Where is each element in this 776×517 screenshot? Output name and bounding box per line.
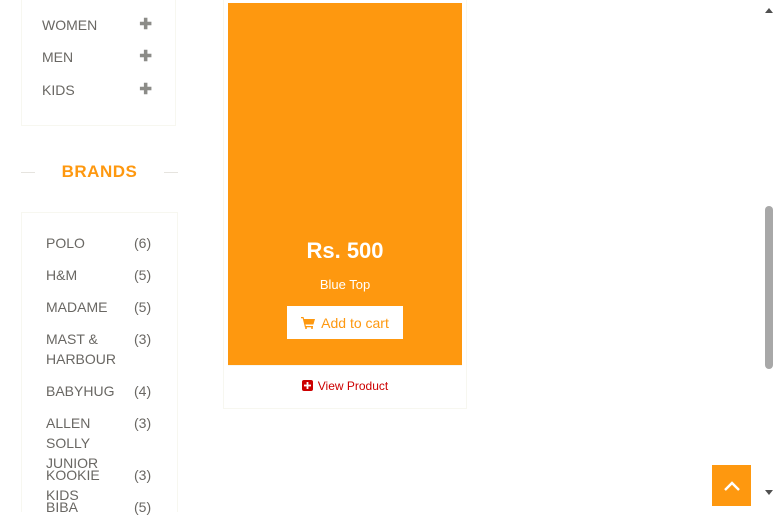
shopping-cart-icon: [301, 316, 316, 329]
brand-item-madame[interactable]: MADAME (5): [46, 297, 156, 317]
brands-panel: POLO (6) H&M (5) MADAME (5) MAST & HARBO…: [21, 212, 178, 515]
brand-name[interactable]: BABYHUG: [46, 381, 134, 401]
brand-name[interactable]: H&M: [46, 265, 134, 285]
brand-count: (3): [134, 467, 152, 483]
category-label[interactable]: WOMEN: [42, 17, 97, 33]
brand-count: (3): [134, 415, 152, 431]
scrollbar-thumb[interactable]: [765, 206, 773, 369]
category-label[interactable]: KIDS: [42, 82, 75, 98]
brand-name[interactable]: MAST & HARBOUR: [46, 329, 116, 369]
brand-count: (5): [134, 499, 152, 515]
brand-count: (5): [134, 299, 152, 315]
view-product-label[interactable]: View Product: [318, 379, 388, 393]
brand-name[interactable]: POLO: [46, 233, 134, 253]
product-name: Blue Top: [319, 277, 371, 292]
plus-icon[interactable]: ✚: [139, 47, 152, 67]
brand-count: (4): [134, 383, 152, 399]
brand-item-babyhug[interactable]: BABYHUG (4): [46, 381, 156, 401]
category-panel: WOMEN ✚ MEN ✚ KIDS ✚: [21, 0, 176, 126]
product-price: Rs. 500: [306, 238, 384, 263]
brands-heading: BRANDS: [21, 160, 178, 184]
brand-item-hm[interactable]: H&M (5): [46, 265, 156, 285]
chevron-up-icon: [723, 480, 740, 491]
brand-name[interactable]: BIBA: [46, 497, 134, 517]
view-product-link[interactable]: View Product: [228, 365, 462, 405]
brand-count: (5): [134, 267, 152, 283]
brand-item-biba[interactable]: BIBA (5): [46, 497, 156, 517]
brand-count: (6): [134, 235, 152, 251]
plus-icon[interactable]: ✚: [139, 15, 152, 35]
category-women[interactable]: WOMEN ✚: [42, 15, 152, 35]
brand-count: (3): [134, 331, 152, 347]
heading-divider: [21, 172, 35, 173]
scroll-down-arrow-icon[interactable]: [765, 490, 773, 495]
category-label[interactable]: MEN: [42, 49, 73, 65]
add-to-cart-label[interactable]: Add to cart: [321, 315, 389, 331]
brand-item-allen-solly-junior[interactable]: ALLEN SOLLY JUNIOR (3): [46, 413, 156, 473]
brands-title: BRANDS: [61, 162, 138, 181]
brand-name[interactable]: ALLEN SOLLY JUNIOR: [46, 413, 134, 473]
brand-item-mast-harbour[interactable]: MAST & HARBOUR (3): [46, 329, 156, 369]
scroll-up-arrow-icon[interactable]: [765, 8, 773, 13]
heading-divider: [164, 172, 178, 173]
plus-square-icon: [301, 380, 313, 391]
category-kids[interactable]: KIDS ✚: [42, 80, 152, 100]
scroll-to-top-button[interactable]: [712, 465, 751, 506]
add-to-cart-button[interactable]: Add to cart: [287, 306, 403, 339]
plus-icon[interactable]: ✚: [139, 80, 152, 100]
brand-item-polo[interactable]: POLO (6): [46, 233, 156, 253]
brand-name[interactable]: MADAME: [46, 297, 134, 317]
category-men[interactable]: MEN ✚: [42, 47, 152, 67]
